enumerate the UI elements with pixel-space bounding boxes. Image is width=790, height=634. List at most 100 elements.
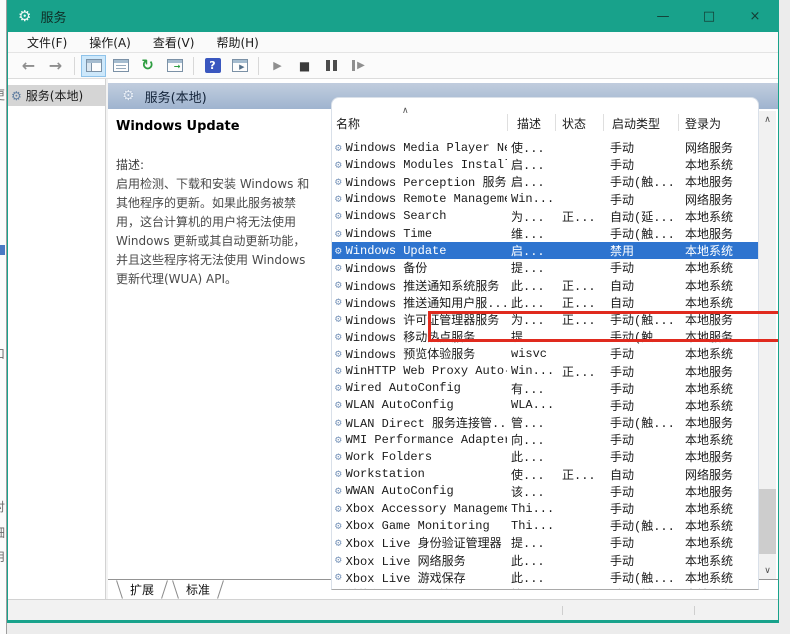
background-text-fragment: 对 (0, 498, 6, 515)
pause-icon (326, 60, 337, 71)
services-window: ⚙ 服务 — □ × 文件(F) 操作(A) 查看(V) 帮助(H) ← → ↻ →? ▶ ▶ ■ ▶ … (7, 0, 779, 623)
vertical-scrollbar[interactable]: ∧ ∨ (759, 111, 776, 579)
refresh-button[interactable]: ↻ (135, 55, 160, 77)
maximize-button[interactable]: □ (686, 1, 732, 32)
column-header-status[interactable]: 状态 (562, 115, 586, 132)
restart-service-button[interactable]: ▶ (346, 55, 371, 77)
pause-service-button[interactable] (319, 55, 344, 77)
service-name: Xbox Game Monitoring (345, 518, 490, 533)
scrollbar-thumb[interactable] (759, 489, 776, 554)
stop-service-button[interactable]: ■ (292, 55, 317, 77)
table-row[interactable]: ⚙ Windows Search 为... 正... 自动(延... 本地系统 (332, 208, 758, 225)
table-row[interactable]: ⚙ Windows Update 启... 禁用 本地系统 (332, 242, 758, 260)
tree-item-services-local[interactable]: ⚙ 服务(本地) (8, 85, 105, 106)
table-row[interactable]: ⚙ 付款和 NFC/SE 管理器 管... 手动(触...本地服务 (332, 586, 758, 590)
column-separator[interactable] (507, 114, 508, 131)
column-header-logon-as[interactable]: 登录为 (685, 115, 721, 132)
toolbar-separator (193, 56, 194, 75)
table-row[interactable]: ⚙ Xbox Live 身份验证管理器 提... 手动 本地系统 (332, 534, 758, 551)
background-text-fragment: 口 (0, 345, 6, 362)
menu-item-2[interactable]: 查看(V) (142, 32, 206, 53)
column-separator[interactable] (555, 114, 556, 131)
service-startup-type: 手动(触... (610, 176, 675, 191)
service-gear-icon: ⚙ (335, 331, 342, 344)
menu-item-0[interactable]: 文件(F) (16, 32, 78, 53)
service-logon-as: 本地服务 (685, 451, 734, 466)
close-button[interactable]: × (732, 1, 778, 32)
service-gear-icon: ⚙ (335, 383, 342, 396)
service-startup-type: 手动 (610, 193, 635, 208)
service-logon-as: 本地系统 (685, 382, 734, 397)
start-service-button[interactable]: ▶ (265, 55, 290, 77)
export-list-button[interactable]: → (162, 55, 187, 77)
minimize-button[interactable]: — (640, 1, 686, 32)
service-startup-type: 手动(触... (610, 571, 675, 586)
scroll-up-icon[interactable]: ∧ (759, 111, 776, 128)
service-logon-as: 本地系统 (685, 262, 734, 277)
column-header-name[interactable]: 名称 (336, 115, 360, 132)
service-startup-type: 手动 (610, 348, 635, 363)
column-header-description[interactable]: 描述 (517, 115, 541, 132)
table-row[interactable]: ⚙ Windows 推送通知用户服... 此... 正... 自动 本地系统 (332, 294, 758, 311)
service-gear-icon: ⚙ (335, 348, 342, 361)
service-gear-icon: ⚙ (335, 314, 342, 327)
table-row[interactable]: ⚙ Windows Time 维... 手动(触... 本地服务 (332, 225, 758, 243)
tab-extended[interactable]: 扩展 (118, 580, 166, 599)
service-gear-icon: ⚙ (335, 503, 342, 516)
service-startup-type: 手动 (610, 537, 635, 552)
service-description: 此... (511, 279, 545, 294)
service-startup-type: 手动(触... (610, 520, 675, 535)
service-name: Xbox Accessory Manageme... (345, 501, 507, 516)
table-row[interactable]: ⚙ Windows Perception 服务 启... 手动(触... 本地服务 (332, 173, 758, 190)
tree-item-label: 服务(本地) (25, 89, 84, 103)
title-bar[interactable]: ⚙ 服务 — □ × (8, 1, 778, 32)
panel-header-title: 服务(本地) (144, 90, 207, 106)
service-name: Windows Search (345, 209, 447, 224)
table-row[interactable]: ⚙WinHTTP Web Proxy Auto-... Win... 正... 手动 本… (332, 362, 758, 380)
properties-button[interactable] (108, 55, 133, 77)
service-name: WLAN Direct 服务连接管... (345, 417, 507, 432)
table-row[interactable]: ⚙ WLAN Direct 服务连接管... 管... 手动(触... 本地服务 (332, 414, 758, 431)
service-status: 正... (562, 468, 596, 483)
table-row[interactable]: ⚙ Windows 许可证管理器服务 为... 正... 手动(触... 本地服务 (332, 311, 758, 328)
show-extended-pane-button[interactable]: ▶ (227, 55, 252, 77)
tab-standard[interactable]: 标准 (174, 580, 222, 599)
table-row[interactable]: ⚙ Windows 备份 提... 手动 本地系统 (332, 259, 758, 276)
background-icon-fragment (0, 245, 5, 255)
table-row[interactable]: ⚙ WWAN AutoConfig 该... 手动 本地服务 (332, 483, 758, 500)
table-row[interactable]: ⚙ Workstation 使... 正... 自动 网络服务 (332, 466, 758, 483)
service-description: 向... (511, 434, 545, 449)
table-row[interactable]: ⚙ Windows 推送通知系统服务 此... 正... 自动 本地系统 (332, 277, 758, 294)
table-row[interactable]: ⚙ Wired AutoConfig 有... 手动 本地系统 (332, 380, 758, 397)
help-button[interactable]: ? (200, 55, 225, 77)
table-row[interactable]: ⚙ WLAN AutoConfig WLA... 手动 本地系统 (332, 397, 758, 414)
forward-button[interactable]: → (43, 55, 68, 77)
table-row[interactable]: ⚙ Xbox Live 网络服务 此... 手动 本地系统 (332, 552, 758, 569)
back-button[interactable]: ← (16, 55, 41, 77)
table-row[interactable]: ⚙Xbox Accessory Manageme... Thi... 手动 本地系统 (332, 500, 758, 518)
service-name: Workstation (345, 467, 425, 482)
table-row[interactable]: ⚙ WMI Performance Adapter 向... 手动 本地系统 (332, 431, 758, 449)
scroll-down-icon[interactable]: ∨ (759, 562, 776, 579)
table-row[interactable]: ⚙Windows Modules Installer 启... 手动 本地系统 (332, 156, 758, 174)
table-row[interactable]: ⚙ Xbox Live 游戏保存 此... 手动(触... 本地系统 (332, 569, 758, 586)
table-row[interactable]: ⚙ Windows 移动热点服务 提... 手动(触... 本地服务 (332, 328, 758, 345)
service-gear-icon: ⚙ (335, 245, 342, 258)
table-row[interactable]: ⚙Windows Remote Manageme... Win... 手动 网络服务 (332, 191, 758, 208)
show-console-tree-button[interactable] (81, 54, 106, 77)
table-row[interactable]: ⚙ Xbox Game Monitoring Thi... 手动(触... 本地系统 (332, 517, 758, 535)
service-status: 正... (562, 296, 596, 311)
services-gear-icon: ⚙ (122, 88, 135, 104)
table-row[interactable]: ⚙ Work Folders 此... 手动 本地服务 (332, 448, 758, 466)
table-row[interactable]: ⚙ Windows 预览体验服务 wisvc 手动 本地系统 (332, 345, 758, 363)
column-separator[interactable] (603, 114, 604, 131)
service-name: WinHTTP Web Proxy Auto-... (345, 364, 507, 379)
status-separator (694, 606, 695, 615)
service-description: 启... (511, 245, 545, 260)
column-header-startup-type[interactable]: 启动类型 (612, 115, 660, 132)
service-description: Win... (511, 364, 555, 379)
menu-item-1[interactable]: 操作(A) (78, 32, 142, 53)
column-separator[interactable] (678, 114, 679, 131)
table-row[interactable]: ⚙Windows Media Player Ne... 使... 手动 网络服务 (332, 139, 758, 157)
menu-item-3[interactable]: 帮助(H) (205, 32, 269, 53)
